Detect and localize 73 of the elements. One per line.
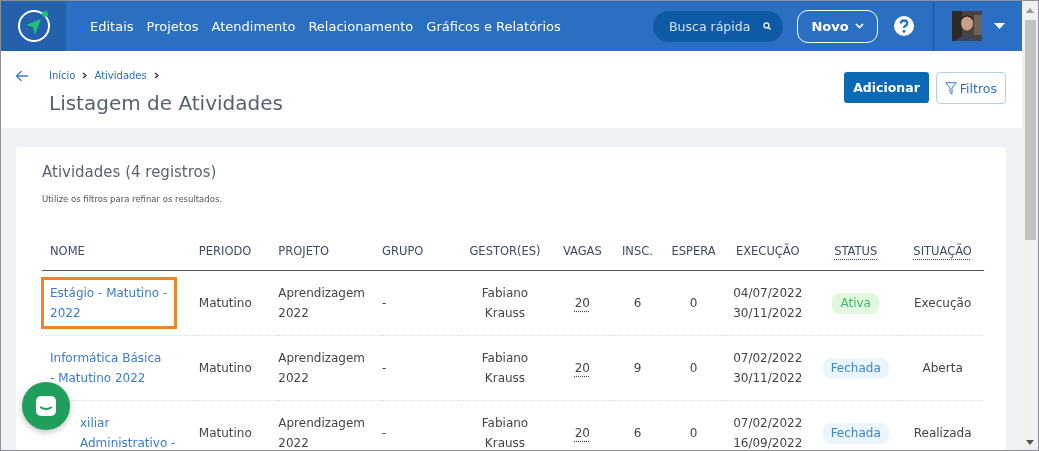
column-header: INSC. bbox=[621, 244, 653, 258]
activity-link[interactable]: Estágio - Matutino - 2022 bbox=[41, 277, 177, 329]
chat-bubble-icon bbox=[34, 394, 58, 418]
nav-link[interactable]: Projetos bbox=[146, 18, 199, 34]
status-badge: Ativa bbox=[832, 292, 879, 314]
table-cell-text: Fabiano Krauss bbox=[480, 415, 530, 450]
table-cell: Execução bbox=[914, 296, 972, 310]
nav-link[interactable]: Editais bbox=[90, 18, 134, 34]
table-cell-text: Fabiano Krauss bbox=[480, 285, 530, 322]
table-cell: 20 bbox=[574, 426, 590, 440]
add-button[interactable]: Adicionar bbox=[844, 72, 929, 103]
table-cell: Aprendizagem 2022 bbox=[278, 351, 366, 385]
nav-link[interactable]: Atendimento bbox=[211, 18, 296, 34]
table-cell-text: 30/11/2022 bbox=[732, 370, 804, 387]
nav-link[interactable]: Gráficos e Relatórios bbox=[426, 18, 561, 34]
table-cell: Aprendizagem 2022 bbox=[278, 286, 366, 320]
table-cell: Aberta bbox=[922, 361, 963, 375]
column-header[interactable]: SITUAÇÃO bbox=[913, 244, 972, 258]
table-cell: 20 bbox=[574, 361, 590, 375]
column-header: GESTOR(ES) bbox=[469, 244, 541, 258]
table-cell: - bbox=[382, 296, 387, 310]
table-cell-text: 07/02/2022 bbox=[732, 415, 804, 432]
scroll-down-icon[interactable] bbox=[1026, 440, 1034, 445]
breadcrumb-link[interactable]: Início bbox=[49, 70, 76, 81]
table-cell: Realizada bbox=[913, 426, 972, 440]
table-cell: - bbox=[382, 361, 387, 375]
table-cell: 6 bbox=[633, 426, 642, 440]
help-icon[interactable] bbox=[893, 15, 915, 37]
search-input[interactable]: Busca rápida bbox=[667, 17, 763, 35]
breadcrumb-link[interactable]: Atividades bbox=[94, 70, 147, 81]
table-cell-text: 04/07/2022 bbox=[732, 285, 804, 302]
back-arrow-icon[interactable] bbox=[15, 70, 29, 82]
column-header: GRUPO bbox=[382, 244, 424, 258]
column-header: VAGAS bbox=[562, 244, 602, 258]
column-header: ESPERA bbox=[671, 244, 716, 258]
table-cell-text: 07/02/2022 bbox=[732, 350, 804, 367]
table-cell: 0 bbox=[689, 426, 698, 440]
funnel-icon bbox=[944, 81, 957, 95]
table-cell: 6 bbox=[633, 296, 642, 310]
status-badge: Fechada bbox=[822, 357, 889, 379]
table-cell: 0 bbox=[689, 361, 698, 375]
table-cell-text: 30/11/2022 bbox=[732, 305, 804, 322]
status-badge: Fechada bbox=[822, 422, 889, 444]
table-cell: Matutino bbox=[198, 296, 252, 310]
table-cell: - bbox=[382, 426, 387, 440]
scrollbar[interactable] bbox=[1022, 1, 1038, 450]
logo-icon[interactable] bbox=[1, 1, 66, 51]
new-button[interactable]: Novo bbox=[797, 9, 878, 43]
chevron-icon bbox=[153, 72, 159, 79]
search-field[interactable]: Busca rápida bbox=[653, 10, 783, 42]
table-cell: 20 bbox=[574, 296, 590, 310]
table-cell: 0 bbox=[689, 296, 698, 310]
column-header: PERIODO bbox=[198, 244, 252, 258]
table-cell: Matutino bbox=[198, 361, 252, 375]
column-header: NOME bbox=[50, 244, 85, 258]
table-cell: Aprendizagem 2022 bbox=[278, 416, 366, 450]
nav-link[interactable]: Relacionamento bbox=[308, 18, 414, 34]
activity-link[interactable]: Informática Básica - Matutino 2022 bbox=[41, 342, 177, 394]
card-title: Atividades (4 registros) bbox=[42, 163, 218, 181]
page-title: Listagem de Atividades bbox=[49, 91, 283, 115]
column-header[interactable]: STATUS bbox=[834, 244, 878, 258]
hint-text: Utilize os filtros para refinar os resultados. bbox=[42, 194, 224, 204]
column-header: PROJETO bbox=[278, 244, 329, 258]
filters-button[interactable]: Filtros bbox=[935, 72, 1006, 104]
chevron-icon bbox=[82, 72, 88, 79]
table-cell: 9 bbox=[633, 361, 642, 375]
activity-link[interactable]: xiliar Administrativo - bbox=[71, 407, 185, 450]
table-cell: Matutino bbox=[198, 426, 252, 440]
column-header: EXECUÇÃO bbox=[735, 244, 800, 258]
table-cell-text: Fabiano Krauss bbox=[480, 350, 530, 387]
table-cell-text: 16/09/2022 bbox=[732, 435, 804, 450]
chevron-down-icon bbox=[854, 23, 864, 29]
caret-icon[interactable] bbox=[994, 22, 1005, 30]
